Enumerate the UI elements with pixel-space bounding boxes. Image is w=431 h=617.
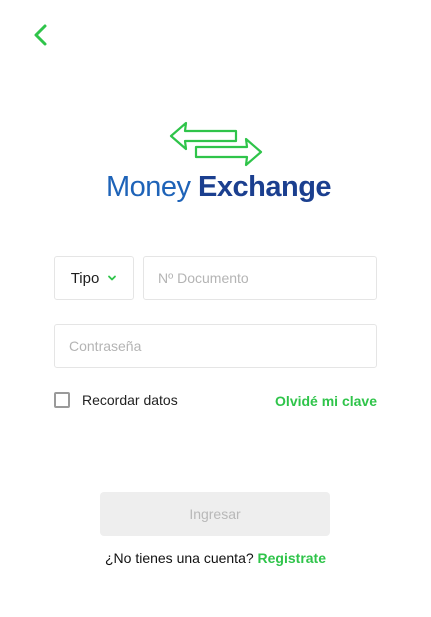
exchange-arrows-icon bbox=[169, 121, 262, 167]
remember-row: Recordar datos bbox=[54, 392, 178, 408]
chevron-left-icon bbox=[34, 24, 47, 46]
signup-prompt: ¿No tienes una cuenta? bbox=[104, 550, 254, 566]
register-link[interactable]: Registrate bbox=[258, 550, 326, 566]
document-number-field bbox=[143, 256, 377, 300]
document-number-input[interactable] bbox=[144, 257, 376, 299]
document-type-value: Tipo bbox=[70, 269, 100, 287]
back-button[interactable] bbox=[26, 20, 56, 50]
app-logo: Money Exchange bbox=[0, 118, 431, 204]
password-field bbox=[54, 324, 377, 368]
logo-word-money: Money bbox=[105, 171, 191, 203]
login-button[interactable]: Ingresar bbox=[100, 492, 330, 536]
logo-wordmark: Money Exchange bbox=[0, 170, 431, 204]
document-type-select[interactable]: Tipo bbox=[54, 256, 134, 300]
chevron-down-icon bbox=[108, 275, 117, 281]
remember-label[interactable]: Recordar datos bbox=[82, 392, 178, 408]
logo-word-exchange: Exchange bbox=[198, 171, 332, 203]
forgot-password-link[interactable]: Olvidé mi clave bbox=[275, 393, 377, 409]
remember-checkbox[interactable] bbox=[54, 392, 70, 408]
password-input[interactable] bbox=[55, 325, 376, 367]
signup-row: ¿No tienes una cuenta? Registrate bbox=[0, 550, 431, 566]
